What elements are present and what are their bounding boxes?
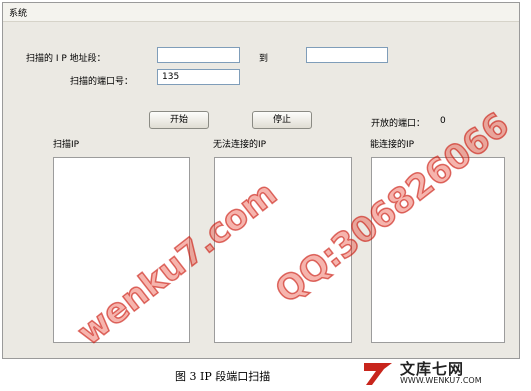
to-label: 到 (259, 54, 269, 64)
reachable-ip-label: 能连接的IP (370, 140, 415, 150)
port-label: 扫描的端口号： (70, 77, 134, 87)
site-logo: 文库七网 WWW.WENKU7.COM (360, 358, 530, 388)
open-ports-label: 开放的端口： (371, 119, 426, 129)
scan-ip-label: 扫描IP (53, 140, 80, 150)
ip-start-input[interactable] (157, 47, 240, 63)
stop-button[interactable]: 停止 (252, 111, 312, 129)
figure-caption: 图 3 IP 段端口扫描 (175, 370, 271, 383)
scan-ip-list[interactable] (53, 157, 190, 343)
reachable-ip-list[interactable] (371, 157, 505, 343)
logo-mark-icon (364, 363, 392, 385)
ip-range-label: 扫描的 I P 地址段： (26, 54, 106, 64)
app-window: 系统 扫描的 I P 地址段： 到 扫描的端口号： 开始 停止 开放的端口： 0… (2, 2, 520, 359)
ip-end-input[interactable] (306, 47, 388, 63)
unreachable-ip-label: 无法连接的IP (213, 140, 267, 150)
port-input[interactable] (157, 69, 240, 85)
logo-url: WWW.WENKU7.COM (400, 376, 482, 385)
menu-bar: 系统 (3, 3, 519, 22)
menu-system[interactable]: 系统 (9, 6, 27, 19)
start-button[interactable]: 开始 (149, 111, 209, 129)
open-ports-count: 0 (440, 116, 446, 126)
unreachable-ip-list[interactable] (214, 157, 352, 343)
